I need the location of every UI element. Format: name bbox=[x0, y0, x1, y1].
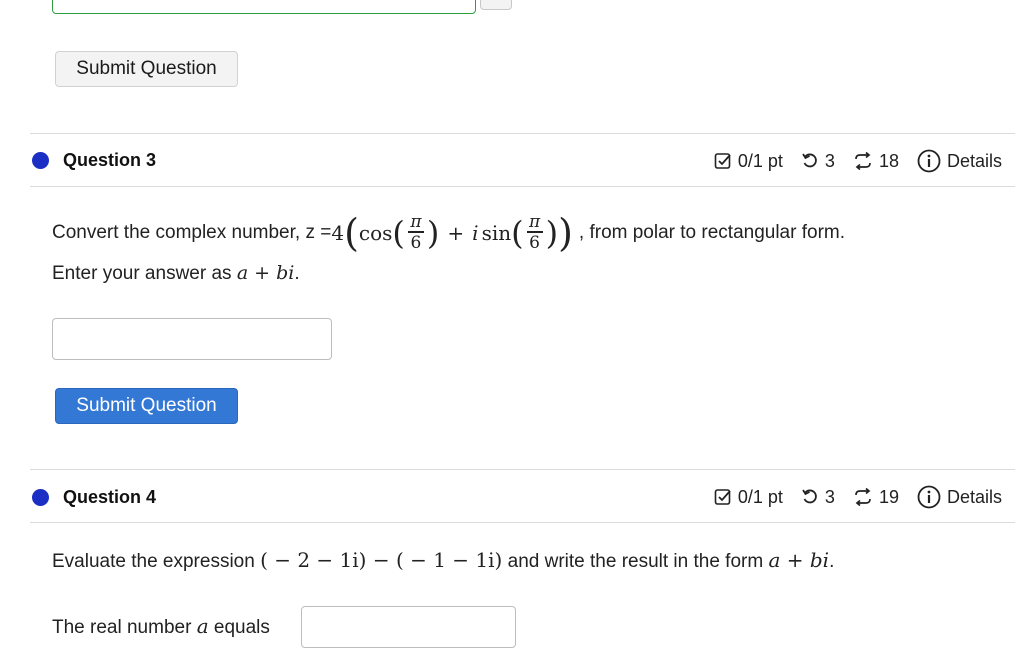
question-4-details-link[interactable]: Details bbox=[947, 487, 1002, 508]
prompt-text: Evaluate the expression bbox=[52, 551, 261, 572]
attempts-icon bbox=[853, 488, 873, 506]
prompt-text-middle: and write the result in the form bbox=[502, 551, 769, 572]
score-checkbox-icon bbox=[714, 488, 732, 506]
math-paren: ( bbox=[511, 214, 524, 252]
prompt-math: ( − 2 − 1i) − ( − 1 − 1i) bbox=[260, 548, 503, 572]
retry-icon bbox=[801, 152, 819, 170]
question-3-title: Question 3 bbox=[63, 150, 157, 170]
real-label-text: The real number bbox=[52, 617, 197, 638]
question-3-score: 0/1 pt bbox=[737, 150, 783, 171]
attempts-icon bbox=[853, 152, 873, 170]
previous-preview-button[interactable] bbox=[480, 0, 512, 10]
question-4-real-input[interactable] bbox=[301, 606, 516, 648]
question-3-details-link[interactable]: Details bbox=[947, 151, 1002, 172]
question-3-prompt: Convert the complex number, z = 4 ( cos … bbox=[52, 210, 845, 256]
frac-numerator: π bbox=[529, 212, 541, 233]
math-plus: + bbox=[447, 221, 465, 245]
question-4-meta: 0/1 pt 3 19 Details bbox=[714, 485, 1002, 509]
score-checkbox-icon bbox=[714, 152, 732, 170]
real-label-variable: a bbox=[196, 614, 209, 638]
instruction-period: . bbox=[294, 263, 300, 284]
question-3-meta: 0/1 pt 3 18 Details bbox=[714, 149, 1002, 173]
divider bbox=[30, 522, 1015, 523]
question-3-answer-input[interactable] bbox=[52, 318, 332, 360]
math-sin: sin bbox=[481, 221, 512, 245]
question-4-attempts: 19 bbox=[878, 486, 899, 507]
math-paren: ) bbox=[545, 214, 559, 252]
instruction-math: a + bi bbox=[236, 262, 295, 284]
math-i: i bbox=[472, 221, 479, 245]
question-4-score: 0/1 pt bbox=[737, 486, 783, 507]
real-label-equals: equals bbox=[208, 617, 270, 638]
math-fraction: π 6 bbox=[407, 212, 424, 253]
retry-icon bbox=[801, 488, 819, 506]
divider bbox=[30, 469, 1015, 470]
question-3-instruction: Enter your answer as a + bi. bbox=[52, 262, 300, 285]
math-paren: ) bbox=[558, 211, 573, 255]
math-coefficient: 4 bbox=[331, 221, 345, 245]
details-info-icon[interactable] bbox=[917, 485, 941, 509]
question-4-prompt: Evaluate the expression ( − 2 − 1i) − ( … bbox=[52, 548, 834, 573]
frac-denominator: 6 bbox=[410, 232, 422, 253]
question-3-retries: 3 bbox=[824, 150, 835, 171]
prompt-form: a + bi bbox=[768, 548, 830, 572]
prompt-text: Convert the complex number, z = bbox=[52, 222, 332, 243]
math-paren: ( bbox=[392, 214, 405, 252]
submit-question-button-previous[interactable]: Submit Question bbox=[55, 51, 238, 87]
prompt-text-after: , from polar to rectangular form. bbox=[578, 222, 846, 243]
math-cos: cos bbox=[358, 221, 393, 245]
question-4-title: Question 4 bbox=[63, 487, 157, 507]
frac-numerator: π bbox=[410, 212, 422, 233]
details-info-icon[interactable] bbox=[917, 149, 941, 173]
question-4-real-label: The real number a equals bbox=[52, 614, 270, 639]
question-4-retries: 3 bbox=[824, 486, 835, 507]
question-3-status-dot bbox=[32, 152, 49, 169]
math-paren: ( bbox=[344, 211, 359, 255]
frac-denominator: 6 bbox=[529, 232, 540, 253]
question-3-attempts: 18 bbox=[878, 150, 899, 171]
question-4-status-dot bbox=[32, 489, 49, 506]
prompt-period: . bbox=[829, 551, 835, 572]
math-paren: ) bbox=[426, 214, 440, 252]
submit-question-button-q3[interactable]: Submit Question bbox=[55, 388, 238, 424]
divider bbox=[30, 186, 1015, 187]
divider bbox=[30, 133, 1015, 134]
math-fraction: π 6 bbox=[526, 212, 543, 253]
instruction-text: Enter your answer as bbox=[52, 263, 237, 284]
previous-answer-input[interactable] bbox=[52, 0, 476, 14]
